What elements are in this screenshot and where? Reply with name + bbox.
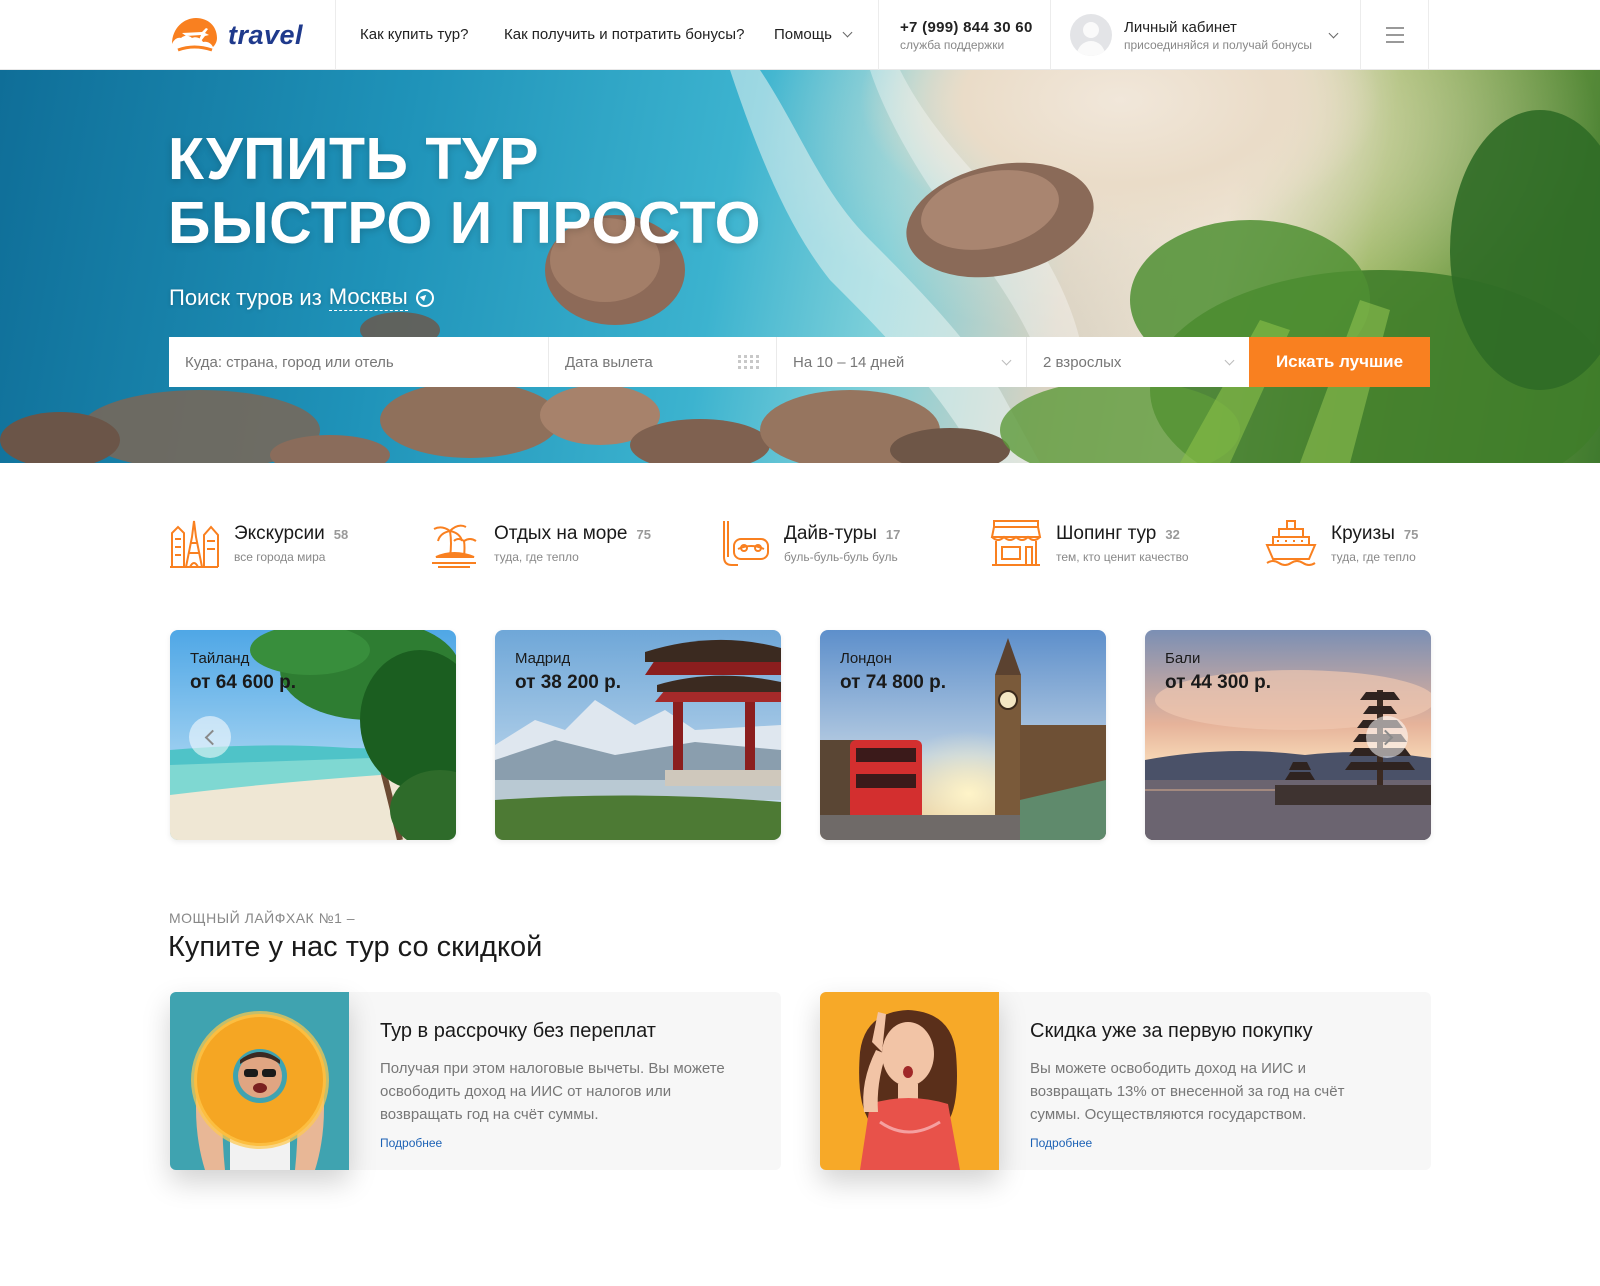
search-origin-label: Поиск туров из	[169, 284, 322, 310]
promo-image-woman	[820, 992, 999, 1170]
nav-how-to-buy[interactable]: Как купить тур?	[360, 26, 468, 43]
category-count: 58	[333, 526, 349, 542]
category-title: Круизы	[1331, 522, 1395, 544]
origin-city-link[interactable]: Москвы	[328, 284, 408, 311]
shop-icon	[990, 520, 1042, 566]
category-subtitle: туда, где тепло	[1331, 549, 1416, 564]
hamburger-menu-icon[interactable]	[1386, 27, 1404, 43]
eiffel-tower-icon	[170, 520, 219, 568]
carousel-next-button[interactable]	[1366, 716, 1408, 758]
palm-island-icon	[432, 524, 477, 568]
promo-image-swim-ring	[170, 992, 349, 1170]
destination-city: Лондон	[840, 650, 892, 667]
nav-help-dropdown[interactable]: Помощь	[774, 26, 853, 43]
destination-price: от 74 800 р.	[840, 672, 946, 693]
promo-title: Скидка уже за первую покупку	[1030, 1020, 1313, 1042]
departure-date-field[interactable]: Дата вылета	[549, 337, 777, 387]
duration-select[interactable]: На 10 – 14 дней	[777, 337, 1027, 387]
avatar	[1070, 14, 1112, 56]
promo-text: Вы можете освободить доход на ИИС и возв…	[1030, 1060, 1345, 1123]
category-subtitle: буль-буль-буль буль	[784, 549, 898, 564]
promo-more-link[interactable]: Подробнее	[1030, 1136, 1092, 1150]
guests-select[interactable]: 2 взрослых	[1027, 337, 1249, 387]
phone-caption: служба поддержки	[900, 38, 1005, 52]
destination-city: Тайланд	[190, 650, 250, 667]
nav-help-label: Помощь	[774, 26, 832, 43]
cruise-ship-icon	[1265, 520, 1317, 566]
chevron-down-icon	[842, 27, 853, 38]
nav-bonuses[interactable]: Как получить и потратить бонусы?	[504, 26, 744, 43]
destination-city: Бали	[1165, 650, 1201, 667]
category-dive[interactable]: Дайв-туры 17 буль-буль-буль буль	[718, 517, 900, 569]
hero-title-line1: КУПИТЬ ТУР	[168, 126, 539, 192]
category-title: Экскурсии	[234, 522, 325, 544]
carousel-prev-button[interactable]	[189, 716, 231, 758]
hero-title-line2: БЫСТРО И ПРОСТО	[168, 190, 761, 256]
category-count: 75	[636, 526, 651, 542]
category-count: 32	[1165, 526, 1180, 542]
location-arrow-icon[interactable]	[415, 288, 434, 307]
destination-card-london[interactable]: Лондон от 74 800 р.	[820, 630, 1106, 840]
destination-price: от 64 600 р.	[190, 672, 296, 693]
category-title: Шопинг тур	[1056, 522, 1157, 544]
search-button[interactable]: Искать лучшие	[1249, 337, 1430, 387]
logo[interactable]: travel	[168, 14, 313, 56]
category-sea[interactable]: Отдых на море 75 туда, где тепло	[428, 517, 651, 569]
promo-more-link[interactable]: Подробнее	[380, 1136, 442, 1150]
category-shopping[interactable]: Шопинг тур 32 тем, кто ценит качество	[990, 517, 1189, 569]
chevron-down-icon	[1328, 28, 1339, 38]
departure-date-placeholder: Дата вылета	[565, 353, 653, 371]
account-menu[interactable]: Личный кабинет присоединяйся и получай б…	[1070, 14, 1339, 56]
surprised-woman-image	[820, 992, 999, 1170]
duration-value: На 10 – 14 дней	[793, 353, 905, 371]
section-overline: МОЩНЫЙ ЛАЙФХАК №1 –	[169, 910, 356, 926]
dive-mask-icon	[723, 521, 769, 566]
account-title: Личный кабинет	[1124, 18, 1237, 36]
category-subtitle: туда, где тепло	[494, 549, 579, 564]
site-header: travel Как купить тур? Как получить и по…	[0, 0, 1600, 70]
category-subtitle: тем, кто ценит качество	[1056, 549, 1189, 564]
phone-number[interactable]: +7 (999) 844 30 60	[900, 19, 1033, 36]
account-subtitle: присоединяйся и получай бонусы	[1124, 37, 1313, 52]
destination-placeholder: Куда: страна, город или отель	[185, 353, 394, 371]
header-divider	[1428, 0, 1429, 70]
category-count: 75	[1403, 526, 1419, 542]
logo-plane-icon	[172, 18, 217, 52]
chevron-down-icon	[1001, 355, 1012, 365]
category-cruises[interactable]: Круизы 75 туда, где тепло	[1265, 517, 1418, 569]
destination-input[interactable]: Куда: страна, город или отель	[169, 337, 549, 387]
man-with-swim-ring-image	[170, 992, 349, 1170]
promo-card-first-purchase: Скидка уже за первую покупку Вы можете о…	[820, 992, 1431, 1170]
logo-text: travel	[228, 19, 304, 50]
search-origin: Поиск туров из Москвы	[169, 284, 434, 311]
destination-price: от 44 300 р.	[1165, 672, 1271, 693]
tour-categories: Экскурсии 58 все города мира Отдых на мор…	[168, 517, 1431, 573]
category-count: 17	[885, 526, 901, 542]
support-phone[interactable]: +7 (999) 844 30 60 служба поддержки	[900, 19, 1033, 52]
destination-city: Мадрид	[515, 650, 571, 667]
promo-text: Получая при этом налоговые вычеты. Вы мо…	[380, 1060, 725, 1123]
promo-card-installment: Тур в рассрочку без переплат Получая при…	[170, 992, 781, 1170]
header-divider	[878, 0, 879, 70]
calendar-grid-icon	[738, 355, 760, 369]
destination-price: от 38 200 р.	[515, 672, 621, 693]
category-title: Отдых на море	[494, 522, 628, 544]
header-divider	[335, 0, 336, 70]
promo-title: Тур в рассрочку без переплат	[380, 1020, 656, 1042]
header-divider	[1360, 0, 1361, 70]
category-subtitle: все города мира	[234, 549, 326, 564]
category-title: Дайв-туры	[784, 522, 877, 544]
hero-banner: КУПИТЬ ТУР БЫСТРО И ПРОСТО Поиск туров и…	[0, 70, 1600, 463]
header-divider	[1050, 0, 1051, 70]
guests-value: 2 взрослых	[1043, 353, 1122, 371]
category-excursions[interactable]: Экскурсии 58 все города мира	[168, 517, 348, 569]
section-title: Купите у нас тур со скидкой	[168, 931, 543, 963]
hero-title: КУПИТЬ ТУР БЫСТРО И ПРОСТО	[168, 127, 761, 255]
destination-card-madrid[interactable]: Мадрид от 38 200 р.	[495, 630, 781, 840]
chevron-down-icon	[1224, 355, 1235, 365]
tour-search-form: Куда: страна, город или отель Дата вылет…	[169, 337, 1430, 387]
